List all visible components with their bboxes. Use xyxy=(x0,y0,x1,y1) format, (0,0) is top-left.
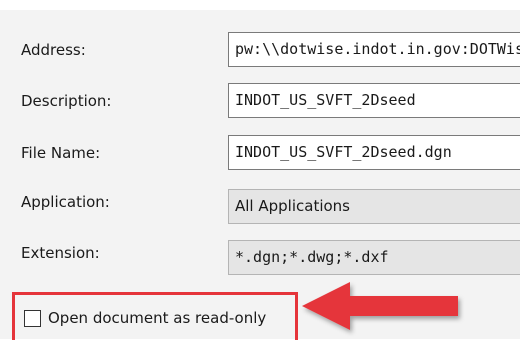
application-label: Application: xyxy=(21,193,110,211)
top-strip xyxy=(0,0,520,10)
address-field[interactable]: pw:\\dotwise.indot.in.gov:DOTWis xyxy=(228,32,520,67)
description-label: Description: xyxy=(21,92,112,110)
red-arrow-icon xyxy=(302,282,458,330)
extension-label: Extension: xyxy=(21,244,100,262)
readonly-checkbox[interactable] xyxy=(24,310,41,327)
extension-field: *.dgn;*.dwg;*.dxf xyxy=(228,240,520,275)
description-field[interactable]: INDOT_US_SVFT_2Dseed xyxy=(228,83,520,118)
readonly-checkbox-label[interactable]: Open document as read-only xyxy=(48,308,266,328)
readonly-option-highlight: Open document as read-only xyxy=(12,292,298,340)
application-field: All Applications xyxy=(228,189,520,224)
document-properties-form: Address: pw:\\dotwise.indot.in.gov:DOTWi… xyxy=(0,0,520,340)
file-name-field[interactable]: INDOT_US_SVFT_2Dseed.dgn xyxy=(228,135,520,170)
file-name-label: File Name: xyxy=(21,144,101,162)
address-label: Address: xyxy=(21,41,86,59)
